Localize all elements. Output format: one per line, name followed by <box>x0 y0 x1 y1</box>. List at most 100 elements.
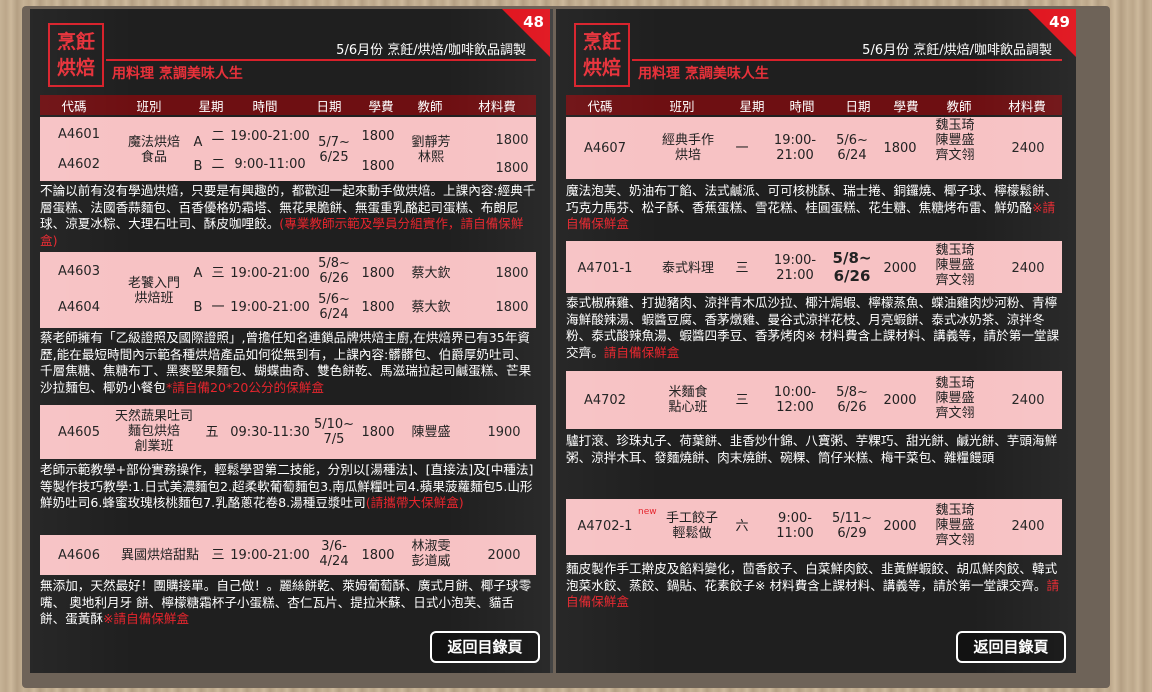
course-description: 無添加，天然最好！團購接單。自己做！。麗絲餅乾、萊姆葡萄酥、廣式月餅、椰子球零嘴… <box>40 578 536 628</box>
table-row[interactable]: A4607 經典手作 烘培 一 19:00- 21:00 5/6~ 6/24 1… <box>566 117 1062 179</box>
weekday: 一 <box>211 300 225 315</box>
time: 19:00-21:00 <box>230 548 310 563</box>
col-class: 班別 <box>136 98 162 114</box>
time: 19:00- 21:00 <box>773 253 817 283</box>
table-header: 代碼 班別 星期 時間 日期 學費 教師 材料費 <box>566 95 1062 115</box>
material-fee: 2400 <box>1011 519 1045 534</box>
course-description: 麵皮製作手工擀皮及餡料變化，茴香餃子、白菜鮮肉餃、韭黃鮮蝦餃、胡瓜鮮肉餃、韓式泡… <box>566 561 1062 611</box>
teacher: 魏玉琦 陳豐盛 齊文翎 <box>935 243 975 288</box>
tuition: 1800 <box>361 129 395 144</box>
course-code: A4601 <box>58 127 100 142</box>
category-logo: 烹飪 烘焙 <box>48 23 104 87</box>
col-day: 星期 <box>739 98 765 114</box>
teacher: 陳豐盛 <box>411 425 451 440</box>
course-description: 不論以前有沒有學過烘焙，只要是有興趣的，都歡迎一起來動手做烘焙。上課內容:經典千… <box>40 183 536 249</box>
course-name: 異國烘焙甜點 <box>120 548 199 563</box>
table-row[interactable]: A4606 異國烘焙甜點 三 19:00-21:00 3/6- 4/24 180… <box>40 535 536 575</box>
table-row[interactable]: A4603 A4604 老饕入門 烘焙班 A B 三 一 19:00-21:00… <box>40 252 536 328</box>
course-code: A4607 <box>584 141 626 156</box>
header-divider <box>106 59 536 61</box>
date-range: 5/6~ 6/24 <box>318 292 350 322</box>
course-code: A4702-1 <box>577 519 633 534</box>
table-row[interactable]: A4702-1 new 手工餃子 輕鬆做 六 9:00- 11:00 5/11~… <box>566 499 1062 555</box>
table-row[interactable]: A4701-1 泰式料理 三 19:00- 21:00 5/8~ 6/26 20… <box>566 241 1062 293</box>
date-range: 5/6~ 6/24 <box>836 133 868 163</box>
tuition: 2000 <box>883 519 917 534</box>
description-text: 魔法泡芙、奶油布丁餡、法式鹹派、可可核桃酥、瑞士捲、銅鑼燒、椰子球、檸檬鬆餅、巧… <box>566 183 1058 215</box>
section: B <box>193 159 203 174</box>
course-name: 魔法烘焙 食品 <box>127 135 180 165</box>
weekday: 二 <box>211 157 225 172</box>
weekday: 三 <box>735 393 749 408</box>
course-name: 經典手作 烘培 <box>661 133 714 163</box>
header-title: 5/6月份 烹飪/烘焙/咖啡飲品調製 <box>336 43 526 58</box>
description-note: 請自備保鮮盒 <box>603 344 680 360</box>
material-fee: 2400 <box>1011 261 1045 276</box>
weekday: 二 <box>211 129 225 144</box>
subtitle: 用料理 烹調美味人生 <box>112 66 243 82</box>
page-49: 49 烹飪 烘焙 5/6月份 烹飪/烘焙/咖啡飲品調製 用料理 烹調美味人生 代… <box>556 9 1076 673</box>
header-title: 5/6月份 烹飪/烘焙/咖啡飲品調製 <box>862 43 1052 58</box>
header-divider <box>632 59 1062 61</box>
teacher: 劉靜芳 林熙 <box>411 135 451 165</box>
course-name: 老饕入門 烘焙班 <box>127 276 180 306</box>
course-code: A4606 <box>58 548 100 563</box>
teacher: 魏玉琦 陳豐盛 齊文翎 <box>935 118 975 163</box>
time: 10:00- 12:00 <box>773 385 817 415</box>
col-teacher: 教師 <box>946 98 972 114</box>
col-fee: 學費 <box>893 98 919 114</box>
material-fee: 1800 <box>495 133 529 148</box>
date-range: 5/8~ 6/26 <box>832 249 872 285</box>
table-header: 代碼 班別 星期 時間 日期 學費 教師 材料費 <box>40 95 536 115</box>
back-to-toc-button[interactable]: 返回目錄頁 <box>430 631 540 663</box>
time: 9:00- 11:00 <box>776 511 814 541</box>
tuition: 2000 <box>883 393 917 408</box>
tuition: 1800 <box>361 300 395 315</box>
weekday: 六 <box>735 519 749 534</box>
date-range: 5/8~ 6/26 <box>836 385 868 415</box>
col-class: 班別 <box>669 98 695 114</box>
course-name: 天然蔬果吐司 麵包烘焙 創業班 <box>114 409 193 454</box>
col-time: 時間 <box>252 98 278 114</box>
course-name: 泰式料理 <box>661 261 714 276</box>
teacher: 林淑雯 彭道威 <box>411 539 451 569</box>
time: 9:00-11:00 <box>234 157 306 172</box>
description-note: *請自備20*20公分的保鮮盒 <box>165 379 324 395</box>
section: A <box>193 266 203 281</box>
material-fee: 1800 <box>495 300 529 315</box>
course-description: 老師示範教學+部份實務操作，輕鬆學習第二技能，分別以[湯種法]、[直接法]及[中… <box>40 462 536 512</box>
weekday: 三 <box>735 261 749 276</box>
weekday: 三 <box>211 266 225 281</box>
col-material: 材料費 <box>478 98 516 114</box>
table-row[interactable]: A4605 天然蔬果吐司 麵包烘焙 創業班 五 09:30-11:30 5/10… <box>40 405 536 459</box>
course-code: A4605 <box>58 425 100 440</box>
date-range: 5/8~ 6/26 <box>318 256 350 286</box>
course-name: 手工餃子 輕鬆做 <box>665 511 718 541</box>
table-row[interactable]: A4702 米麵食 點心班 三 10:00- 12:00 5/8~ 6/26 2… <box>566 371 1062 429</box>
material-fee: 2000 <box>487 548 521 563</box>
date-range: 5/7~ 6/25 <box>318 135 350 165</box>
course-code: A4702 <box>584 393 626 408</box>
col-code: 代碼 <box>587 98 613 114</box>
weekday: 三 <box>211 548 225 563</box>
course-description: 蔡老師擁有「乙級證照及國際證照」,曾擔任知名連鎖品牌烘焙主廚,在烘焙界已有35年… <box>40 330 536 396</box>
material-fee: 2400 <box>1011 393 1045 408</box>
course-code: A4604 <box>58 300 100 315</box>
logo-line-1: 烹飪 <box>582 31 621 53</box>
tuition: 1800 <box>361 425 395 440</box>
logo-line-1: 烹飪 <box>56 31 95 53</box>
tuition: 2000 <box>883 261 917 276</box>
weekday: 一 <box>735 141 749 156</box>
page-number: 48 <box>523 13 544 31</box>
logo-line-2: 烘焙 <box>582 57 621 79</box>
teacher: 蔡大欽 <box>411 300 451 315</box>
teacher: 魏玉琦 陳豐盛 齊文翎 <box>935 503 975 548</box>
course-name: 米麵食 點心班 <box>668 385 708 415</box>
table-row[interactable]: A4601 A4602 魔法烘焙 食品 A B 二 二 19:00-21:00 … <box>40 117 536 181</box>
tuition: 1800 <box>361 159 395 174</box>
course-code: A4701-1 <box>577 261 633 276</box>
col-day: 星期 <box>198 98 224 114</box>
col-material: 材料費 <box>1008 98 1046 114</box>
back-to-toc-button[interactable]: 返回目錄頁 <box>956 631 1066 663</box>
col-date: 日期 <box>316 98 342 114</box>
